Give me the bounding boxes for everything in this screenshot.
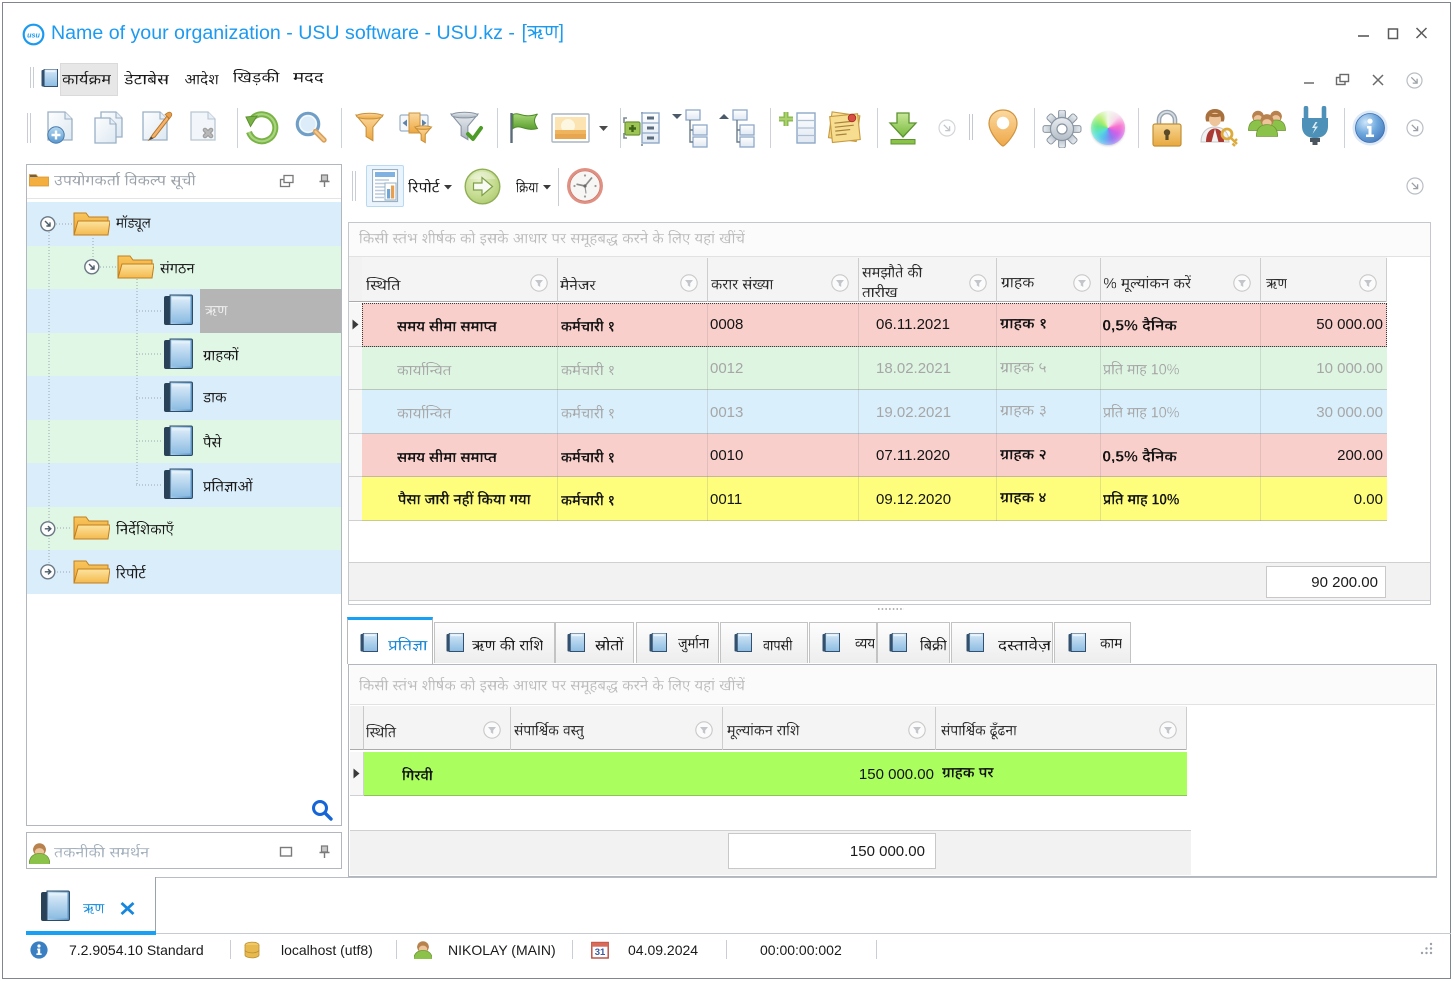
svg-text:usu: usu bbox=[27, 30, 40, 39]
svg-text:31: 31 bbox=[595, 947, 606, 958]
